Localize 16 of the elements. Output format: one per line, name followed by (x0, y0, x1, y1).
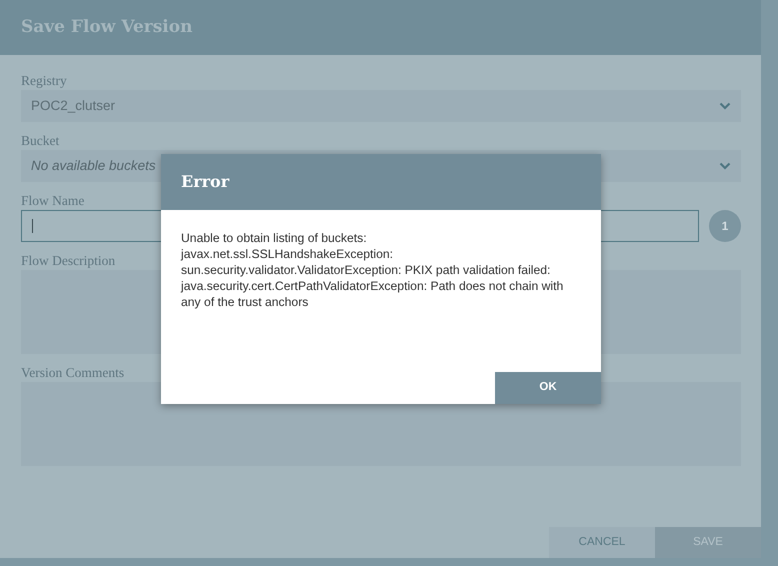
dialog-button[interactable]: CANCEL (549, 527, 655, 558)
field-label: Registry (21, 72, 67, 90)
counter-badge: 1 (709, 210, 741, 242)
field-label: Version Comments (21, 364, 124, 382)
error-message: Unable to obtain listing of buckets: javax.net.ssl.SSLHandshakeException: sun.security.validator.ValidatorException: PKIX path validation failed: java.security.cert.CertPathValidatorException: Path does not chain with any of the trust anchors (181, 230, 564, 310)
field-label: Flow Name (21, 192, 84, 210)
text-cursor (32, 219, 33, 233)
ok-button[interactable]: OK (495, 372, 601, 404)
select-field[interactable]: POC2_clutser (21, 90, 741, 122)
error-title: Error (181, 171, 230, 193)
chevron-down-icon (719, 102, 731, 110)
select-placeholder: No available buckets (31, 156, 156, 175)
selected-value: POC2_clutser (31, 96, 116, 115)
field-label: Flow Description (21, 252, 116, 270)
field-label: Bucket (21, 132, 60, 150)
chevron-down-icon (719, 162, 731, 170)
